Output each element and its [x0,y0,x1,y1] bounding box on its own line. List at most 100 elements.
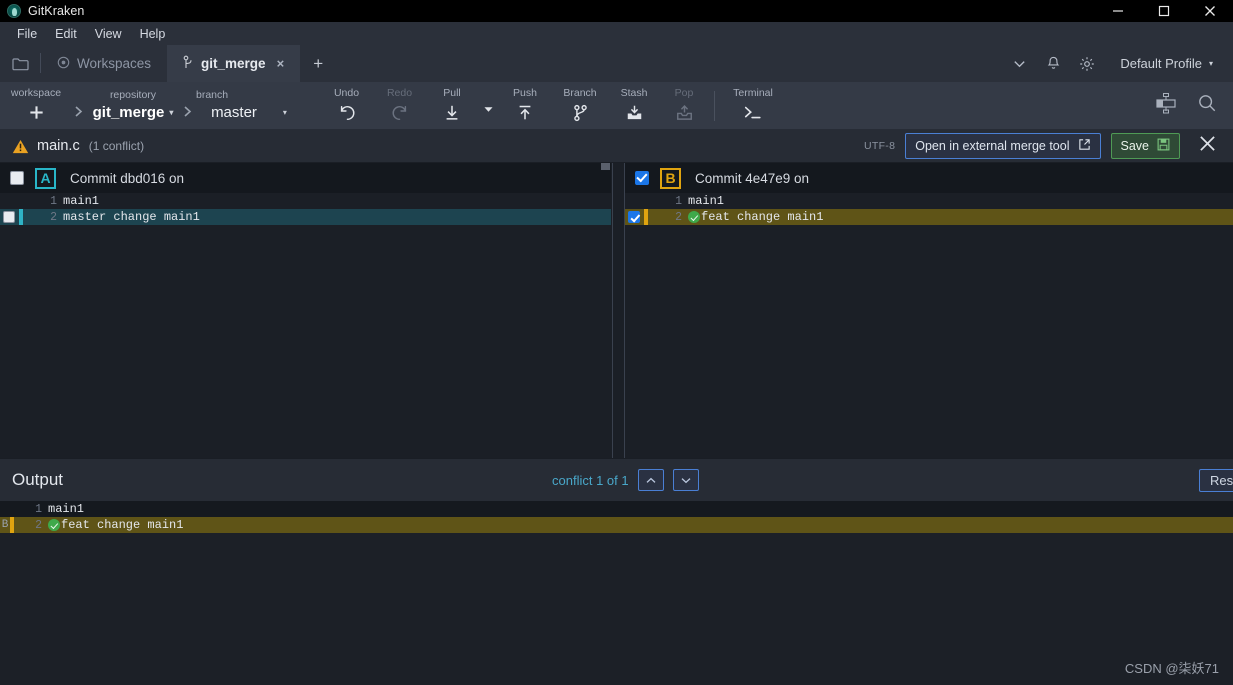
row-checkbox-cell[interactable] [0,209,19,225]
output-header: Output conflict 1 of 1 Reset [0,458,1233,501]
branch-selector[interactable]: branch master ▾ [194,82,304,130]
tab-workspaces[interactable]: Workspaces [41,45,167,82]
save-button[interactable]: Save [1110,133,1180,159]
tab-bar: Workspaces git_merge × + Default Profile… [0,45,1233,82]
select-all-right-checkbox[interactable] [635,171,649,185]
profile-selector[interactable]: Default Profile ▾ [1104,56,1223,71]
output-code: 1 main1 B 2 feat change main1 [0,501,1233,533]
title-bar: GitKraken [0,0,1233,22]
breadcrumb-chevron-icon [181,82,194,130]
push-button[interactable]: Push [498,82,552,130]
merge-pane-left-title: Commit dbd016 on [70,170,185,186]
folder-icon[interactable] [0,45,40,82]
save-disk-icon [1157,138,1170,154]
layout-toggle-icon[interactable] [1153,92,1179,119]
open-external-merge-tool-button[interactable]: Open in external merge tool [905,133,1101,159]
repository-selector[interactable]: repository git_merge ▾ [85,82,181,130]
conflict-file-name: main.c [37,138,80,154]
check-circle-icon [688,211,700,223]
line-number: 1 [35,502,42,516]
undo-label: Undo [333,87,360,99]
code-row[interactable]: B 2 feat change main1 [0,517,1233,533]
tab-close-icon[interactable]: × [277,56,285,71]
window-title: GitKraken [28,4,85,18]
line-text: main1 [63,194,100,208]
menu-bar: File Edit View Help [0,22,1233,45]
search-icon[interactable] [1197,93,1217,118]
branch-icon [572,102,589,123]
reset-button[interactable]: Reset [1199,469,1233,492]
merge-pane-left-code: 1 main1 2 master change main1 [0,193,611,225]
line-select-checkbox[interactable] [3,211,15,223]
code-row[interactable]: 2 feat change main1 [625,209,1233,225]
encoding-label: UTF-8 [863,140,896,152]
maximize-button[interactable] [1141,0,1187,22]
row-checkbox-cell [625,193,644,209]
conflict-prev-button[interactable] [637,469,664,491]
toolbar-divider [714,90,715,121]
push-label: Push [513,87,537,99]
merge-pane-right-code: 1 main1 2 feat change main1 [625,193,1233,225]
workspaces-icon [57,56,70,72]
output-empty-area [0,533,1233,683]
profile-label: Default Profile [1120,56,1202,71]
external-link-icon [1078,138,1091,154]
menu-edit[interactable]: Edit [46,24,86,44]
pane-divider[interactable] [612,163,625,458]
redo-label: Redo [386,87,413,99]
line-text-value: feat change main1 [61,518,184,532]
close-conflict-view-button[interactable] [1190,135,1225,157]
redo-icon [391,102,409,123]
menu-file[interactable]: File [8,24,46,44]
workspace-add-button[interactable]: workspace [0,82,72,130]
chevron-down-icon [483,99,493,120]
conflict-status-label: conflict 1 of 1 [552,472,629,488]
line-number: 2 [50,210,57,224]
code-row[interactable]: 2 master change main1 [0,209,611,225]
chevron-down-icon[interactable] [1002,45,1036,82]
chevron-down-icon: ▾ [1208,59,1213,68]
line-number: 2 [35,518,42,532]
terminal-button[interactable]: Terminal [721,82,785,130]
menu-view[interactable]: View [86,24,131,44]
menu-help[interactable]: Help [131,24,175,44]
row-checkbox-cell [0,193,19,209]
line-text: master change main1 [63,210,200,224]
line-number: 1 [50,194,57,208]
pane-scrollbar-left[interactable] [601,163,610,170]
pull-dropdown-button[interactable] [478,82,498,130]
branch-value: master ▾ [211,104,287,121]
branch-label: branch [196,89,229,101]
new-tab-button[interactable]: + [300,45,336,82]
minimize-button[interactable] [1095,0,1141,22]
line-text: feat change main1 [688,210,823,224]
close-button[interactable] [1187,0,1233,22]
bell-icon[interactable] [1036,45,1070,82]
toolbar-right-icons [1153,92,1233,119]
tab-git-merge-label: git_merge [201,56,266,71]
conflict-next-button[interactable] [672,469,699,491]
undo-button[interactable]: Undo [320,82,373,130]
merge-pane-right-title: Commit 4e47e9 on [695,170,810,186]
terminal-label: Terminal [733,87,773,99]
gear-icon[interactable] [1070,45,1104,82]
pop-icon [675,102,694,123]
line-select-checkbox[interactable] [628,211,640,223]
stash-button[interactable]: Stash [608,82,660,130]
row-checkbox-cell[interactable] [625,209,644,225]
tab-workspaces-label: Workspaces [77,56,152,71]
line-text: main1 [688,194,725,208]
branch-button[interactable]: Branch [552,82,608,130]
select-all-left-checkbox[interactable] [10,171,24,185]
pull-button[interactable]: Pull [426,82,478,130]
window-controls [1095,0,1233,22]
line-text: feat change main1 [48,518,183,532]
tab-git-merge[interactable]: git_merge × [167,45,301,82]
output-title: Output [12,470,64,489]
line-number: 1 [675,194,682,208]
push-icon [516,102,534,123]
pull-icon [443,102,461,123]
merge-pane-right: B Commit 4e47e9 on 1 main1 2 feat change… [625,163,1233,458]
main-toolbar: workspace repository git_merge ▾ branch … [0,82,1233,130]
row-side-letter: B [1,519,9,531]
